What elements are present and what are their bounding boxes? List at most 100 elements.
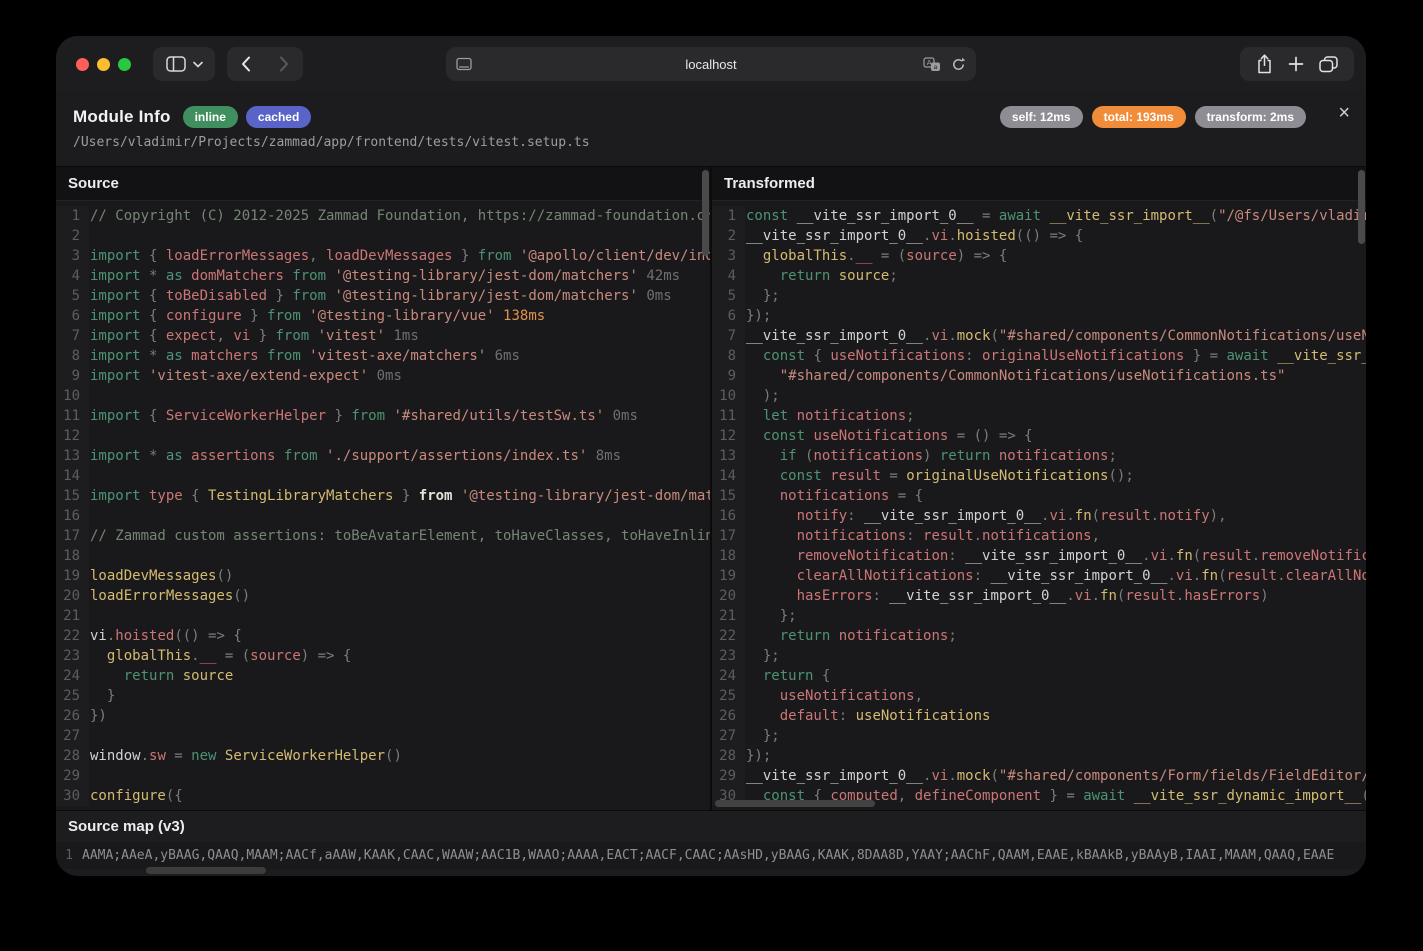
code-line: 11 let notifications;: [712, 406, 1366, 426]
code-line: 11import { ServiceWorkerHelper } from '#…: [56, 406, 710, 426]
code-line: 19 clearAllNotifications: __vite_ssr_imp…: [712, 566, 1366, 586]
code-line: 3import { loadErrorMessages, loadDevMess…: [56, 246, 710, 266]
minimize-traffic-light[interactable]: [97, 58, 110, 71]
code-line: 26 default: useNotifications: [712, 706, 1366, 726]
code-line: 21: [56, 606, 710, 626]
code-line: 17// Zammad custom assertions: toBeAvata…: [56, 526, 710, 546]
transformed-panel-title: Transformed: [724, 175, 815, 192]
code-line: 8import * as matchers from 'vitest-axe/m…: [56, 346, 710, 366]
transformed-panel-header: Transformed: [712, 167, 1366, 201]
code-line: 30configure({: [56, 786, 710, 806]
code-line: 15 notifications = {: [712, 486, 1366, 506]
sidebar-toggle-button[interactable]: [153, 47, 215, 81]
code-line: 16: [56, 506, 710, 526]
code-line: 24 return source: [56, 666, 710, 686]
source-panel-title: Source: [68, 175, 119, 192]
desktop-background: localhost Aa: [0, 0, 1423, 951]
traffic-lights: [76, 58, 131, 71]
source-panel-header: Source: [56, 167, 710, 201]
code-line: 13 if (notifications) return notificatio…: [712, 446, 1366, 466]
new-tab-icon[interactable]: [1288, 56, 1304, 72]
code-line: 10: [56, 386, 710, 406]
tab-overview-icon[interactable]: [1319, 56, 1338, 73]
safari-window: localhost Aa: [56, 36, 1366, 876]
code-line: 26}): [56, 706, 710, 726]
share-icon[interactable]: [1256, 54, 1273, 74]
code-line: 6import { configure } from '@testing-lib…: [56, 306, 710, 326]
code-line: 1const __vite_ssr_import_0__ = await __v…: [712, 206, 1366, 226]
code-line: 27 };: [712, 726, 1366, 746]
translate-icon[interactable]: Aa: [923, 57, 941, 72]
transformed-panel: Transformed 1const __vite_ssr_import_0__…: [710, 167, 1366, 810]
code-line: 7import { expect, vi } from 'vitest' 1ms: [56, 326, 710, 346]
source-vertical-scrollbar[interactable]: [702, 170, 709, 256]
svg-text:A: A: [927, 58, 932, 67]
code-line: 8 const { useNotifications: originalUseN…: [712, 346, 1366, 366]
sourcemap-horizontal-scrollbar[interactable]: [146, 867, 266, 874]
code-line: 4import * as domMatchers from '@testing-…: [56, 266, 710, 286]
code-line: 2: [56, 226, 710, 246]
code-line: 20loadErrorMessages(): [56, 586, 710, 606]
transformed-vertical-scrollbar[interactable]: [1358, 170, 1365, 244]
inline-badge: inline: [183, 106, 238, 128]
code-line: 23 };: [712, 646, 1366, 666]
code-line: 22vi.hoisted(() => {: [56, 626, 710, 646]
code-line: 27: [56, 726, 710, 746]
chevron-down-icon: [193, 61, 203, 68]
url-text: localhost: [446, 57, 976, 72]
reload-icon[interactable]: [951, 57, 966, 72]
sourcemap-line: 1 AAMA;AAeA,yBAAG,QAAQ,MAAM;AACf,aAAW,KA…: [56, 842, 1366, 869]
timing-badges: self: 12mstotal: 193mstransform: 2ms: [1000, 106, 1306, 128]
code-line: 25 useNotifications,: [712, 686, 1366, 706]
code-line: 19loadDevMessages(): [56, 566, 710, 586]
total-time-badge: total: 193ms: [1092, 106, 1186, 128]
source-panel: Source 1// Copyright (C) 2012-2025 Zamma…: [56, 167, 710, 810]
sourcemap-header: Source map (v3): [56, 811, 1366, 842]
cached-badge: cached: [246, 106, 311, 128]
back-button[interactable]: [227, 47, 265, 81]
forward-button[interactable]: [265, 47, 303, 81]
module-info-header: Module Info inlinecached self: 12mstotal…: [56, 92, 1366, 166]
address-bar[interactable]: localhost Aa: [446, 47, 976, 81]
code-line: 22 return notifications;: [712, 626, 1366, 646]
transform-time-badge: transform: 2ms: [1195, 106, 1306, 128]
code-line: 9 "#shared/components/CommonNotification…: [712, 366, 1366, 386]
source-code[interactable]: 1// Copyright (C) 2012-2025 Zammad Found…: [56, 201, 710, 810]
code-line: 7__vite_ssr_import_0__.vi.mock("#shared/…: [712, 326, 1366, 346]
code-line: 24 return {: [712, 666, 1366, 686]
close-button[interactable]: ×: [1338, 103, 1350, 123]
code-line: 13import * as assertions from './support…: [56, 446, 710, 466]
code-line: 21 };: [712, 606, 1366, 626]
code-line: 12: [56, 426, 710, 446]
module-flag-badges: inline cached: [183, 106, 312, 128]
page-title: Module Info: [73, 107, 171, 127]
code-line: 5 };: [712, 286, 1366, 306]
code-line: 14: [56, 466, 710, 486]
close-traffic-light[interactable]: [76, 58, 89, 71]
code-line: 15import type { TestingLibraryMatchers }…: [56, 486, 710, 506]
code-line: 6});: [712, 306, 1366, 326]
code-line: 3 globalThis.__ = (source) => {: [712, 246, 1366, 266]
sourcemap-content: AAMA;AAeA,yBAAG,QAAQ,MAAM;AACf,aAAW,KAAK…: [82, 848, 1366, 863]
code-line: 28});: [712, 746, 1366, 766]
sourcemap-title: Source map (v3): [68, 818, 185, 835]
zoom-traffic-light[interactable]: [118, 58, 131, 71]
code-line: 18 removeNotification: __vite_ssr_import…: [712, 546, 1366, 566]
code-line: 29: [56, 766, 710, 786]
code-line: 10 );: [712, 386, 1366, 406]
code-line: 12 const useNotifications = () => {: [712, 426, 1366, 446]
code-line: 2__vite_ssr_import_0__.vi.hoisted(() => …: [712, 226, 1366, 246]
code-line: 14 const result = originalUseNotificatio…: [712, 466, 1366, 486]
transformed-code[interactable]: 1const __vite_ssr_import_0__ = await __v…: [712, 201, 1366, 810]
code-line: 17 notifications: result.notifications,: [712, 526, 1366, 546]
code-line: 9import 'vitest-axe/extend-expect' 0ms: [56, 366, 710, 386]
sidebar-icon: [166, 56, 186, 72]
code-line: 28window.sw = new ServiceWorkerHelper(): [56, 746, 710, 766]
transformed-horizontal-scrollbar[interactable]: [715, 800, 875, 807]
code-line: 20 hasErrors: __vite_ssr_import_0__.vi.f…: [712, 586, 1366, 606]
svg-text:a: a: [934, 64, 938, 71]
browser-toolbar: localhost Aa: [56, 36, 1366, 92]
code-line: 4 return source;: [712, 266, 1366, 286]
sourcemap-line-number: 1: [56, 848, 82, 863]
sourcemap-section: Source map (v3) 1 AAMA;AAeA,yBAAG,QAAQ,M…: [56, 810, 1366, 876]
